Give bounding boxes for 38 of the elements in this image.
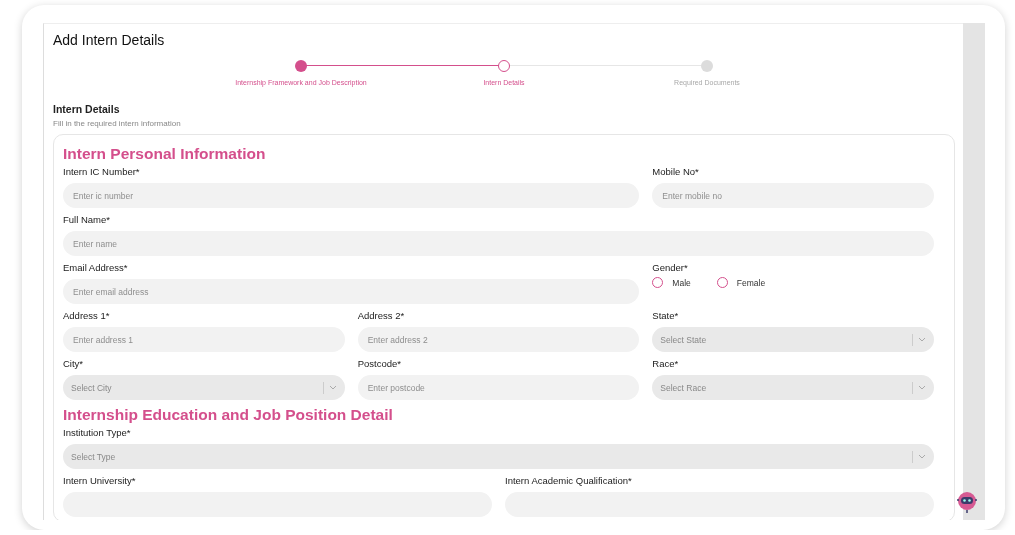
chevron-down-icon (328, 385, 337, 390)
field-label: City* (63, 358, 85, 370)
section-title: Intern Personal Information (63, 145, 267, 163)
input-field[interactable]: Enter postcode (357, 375, 640, 400)
input-field[interactable]: Enter name (63, 231, 934, 256)
field-label: Mobile No* (652, 166, 700, 178)
chevron-down-icon (918, 454, 926, 459)
select-field[interactable]: Select City (63, 375, 345, 400)
field-label: Address 2* (357, 310, 406, 322)
field-label: Institution Type* (63, 427, 132, 439)
field-label: Postcode* (357, 358, 402, 370)
field-label: Email Address* (63, 262, 129, 274)
field-label: Intern IC Number* (63, 166, 141, 178)
select-field[interactable]: Select Race (652, 375, 934, 400)
chevron-down-icon (918, 385, 926, 390)
field-label: Gender* (652, 262, 689, 274)
input-field[interactable]: Enter email address (63, 279, 640, 304)
field-label: Intern University* (63, 475, 137, 487)
form-subtitle: Fill in the required intern information (53, 119, 182, 128)
input-field[interactable]: Enter ic number (63, 183, 640, 208)
chevron-down-icon (918, 337, 926, 342)
input-field[interactable]: Enter mobile no (652, 183, 934, 208)
input-field[interactable]: Enter address 1 (63, 327, 345, 352)
radio-option[interactable]: Male (652, 277, 703, 288)
page-title: Add Intern Details (53, 32, 166, 48)
field-label: State* (652, 310, 680, 322)
scrollbar[interactable] (963, 23, 985, 520)
robot-icon[interactable] (956, 490, 978, 514)
field-label: Intern Academic Qualification* (505, 475, 633, 487)
select-field[interactable]: Select Type (63, 444, 934, 469)
field-label: Full Name* (63, 214, 111, 226)
field-label: Race* (652, 358, 680, 370)
input-field[interactable]: Enter address 2 (357, 327, 640, 352)
section-title: Internship Education and Job Position Detail (63, 406, 394, 424)
select-field[interactable]: Select State (652, 327, 934, 352)
form-title: Intern Details (53, 103, 121, 115)
radio-option[interactable]: Female (716, 277, 778, 288)
field-label: Address 1* (63, 310, 111, 322)
